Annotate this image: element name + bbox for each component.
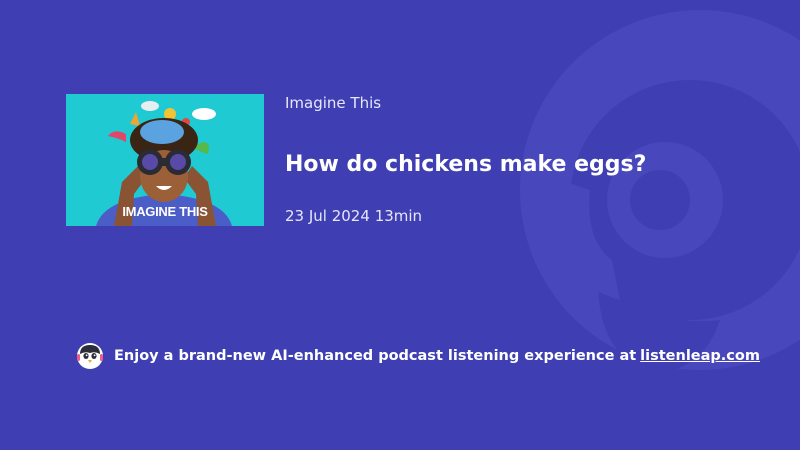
promo-banner: Enjoy a brand-new AI-enhanced podcast li… bbox=[76, 342, 760, 370]
cover-title-text: IMAGINE THIS bbox=[122, 204, 208, 219]
podcast-show-name[interactable]: Imagine This bbox=[285, 93, 381, 113]
promo-text: Enjoy a brand-new AI-enhanced podcast li… bbox=[114, 348, 637, 364]
episode-date: 23 Jul 2024 bbox=[285, 207, 370, 225]
penguin-mascot-icon bbox=[77, 343, 103, 369]
episode-meta: 23 Jul 2024 13min bbox=[285, 206, 422, 226]
listenleap-link[interactable]: listenleap.com bbox=[640, 348, 760, 364]
episode-title[interactable]: How do chickens make eggs? bbox=[285, 150, 646, 180]
podcast-cover-image[interactable]: IMAGINE THIS bbox=[66, 94, 264, 226]
episode-duration: 13min bbox=[374, 207, 423, 225]
